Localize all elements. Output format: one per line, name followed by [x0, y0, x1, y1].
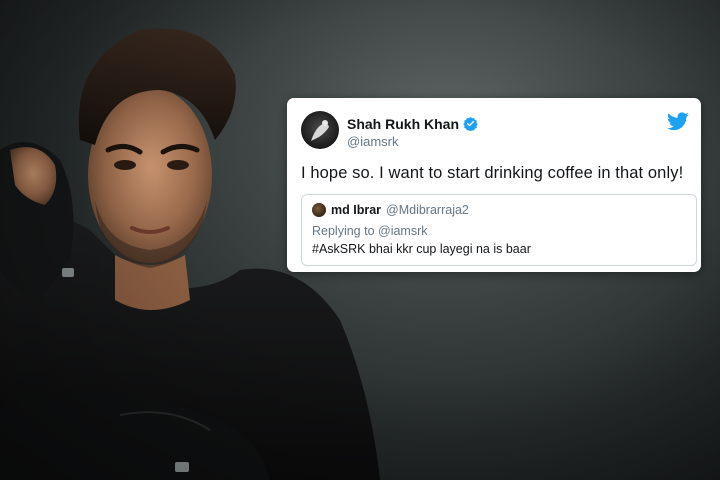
meme-image: Shah Rukh Khan @iamsrk I hope so. I want…: [0, 0, 720, 480]
quoted-tweet[interactable]: md Ibrar @Mdibrarraja2 Replying to @iams…: [301, 194, 697, 266]
quoted-tweet-header: md Ibrar @Mdibrarraja2: [312, 201, 686, 219]
twitter-bird-icon[interactable]: [667, 112, 689, 136]
quoted-author-name[interactable]: md Ibrar: [331, 203, 381, 217]
author-name[interactable]: Shah Rukh Khan: [347, 116, 478, 134]
author-handle[interactable]: @iamsrk: [347, 134, 398, 149]
tweet-card[interactable]: Shah Rukh Khan @iamsrk I hope so. I want…: [287, 98, 701, 272]
replying-to-text: Replying to @iamsrk: [312, 224, 428, 238]
verified-badge-icon: [463, 116, 478, 134]
avatar-photo-icon: [311, 120, 329, 141]
author-name-text: Shah Rukh Khan: [347, 116, 460, 132]
author-avatar[interactable]: [301, 111, 339, 149]
tweet-body-text: I hope so. I want to start drinking coff…: [301, 164, 684, 182]
quoted-tweet-text: #AskSRK bhai kkr cup layegi na is baar: [312, 242, 531, 256]
quoted-author-avatar[interactable]: [312, 203, 326, 217]
quoted-author-handle[interactable]: @Mdibrarraja2: [386, 203, 469, 217]
tweet-header: Shah Rukh Khan @iamsrk: [297, 106, 691, 150]
